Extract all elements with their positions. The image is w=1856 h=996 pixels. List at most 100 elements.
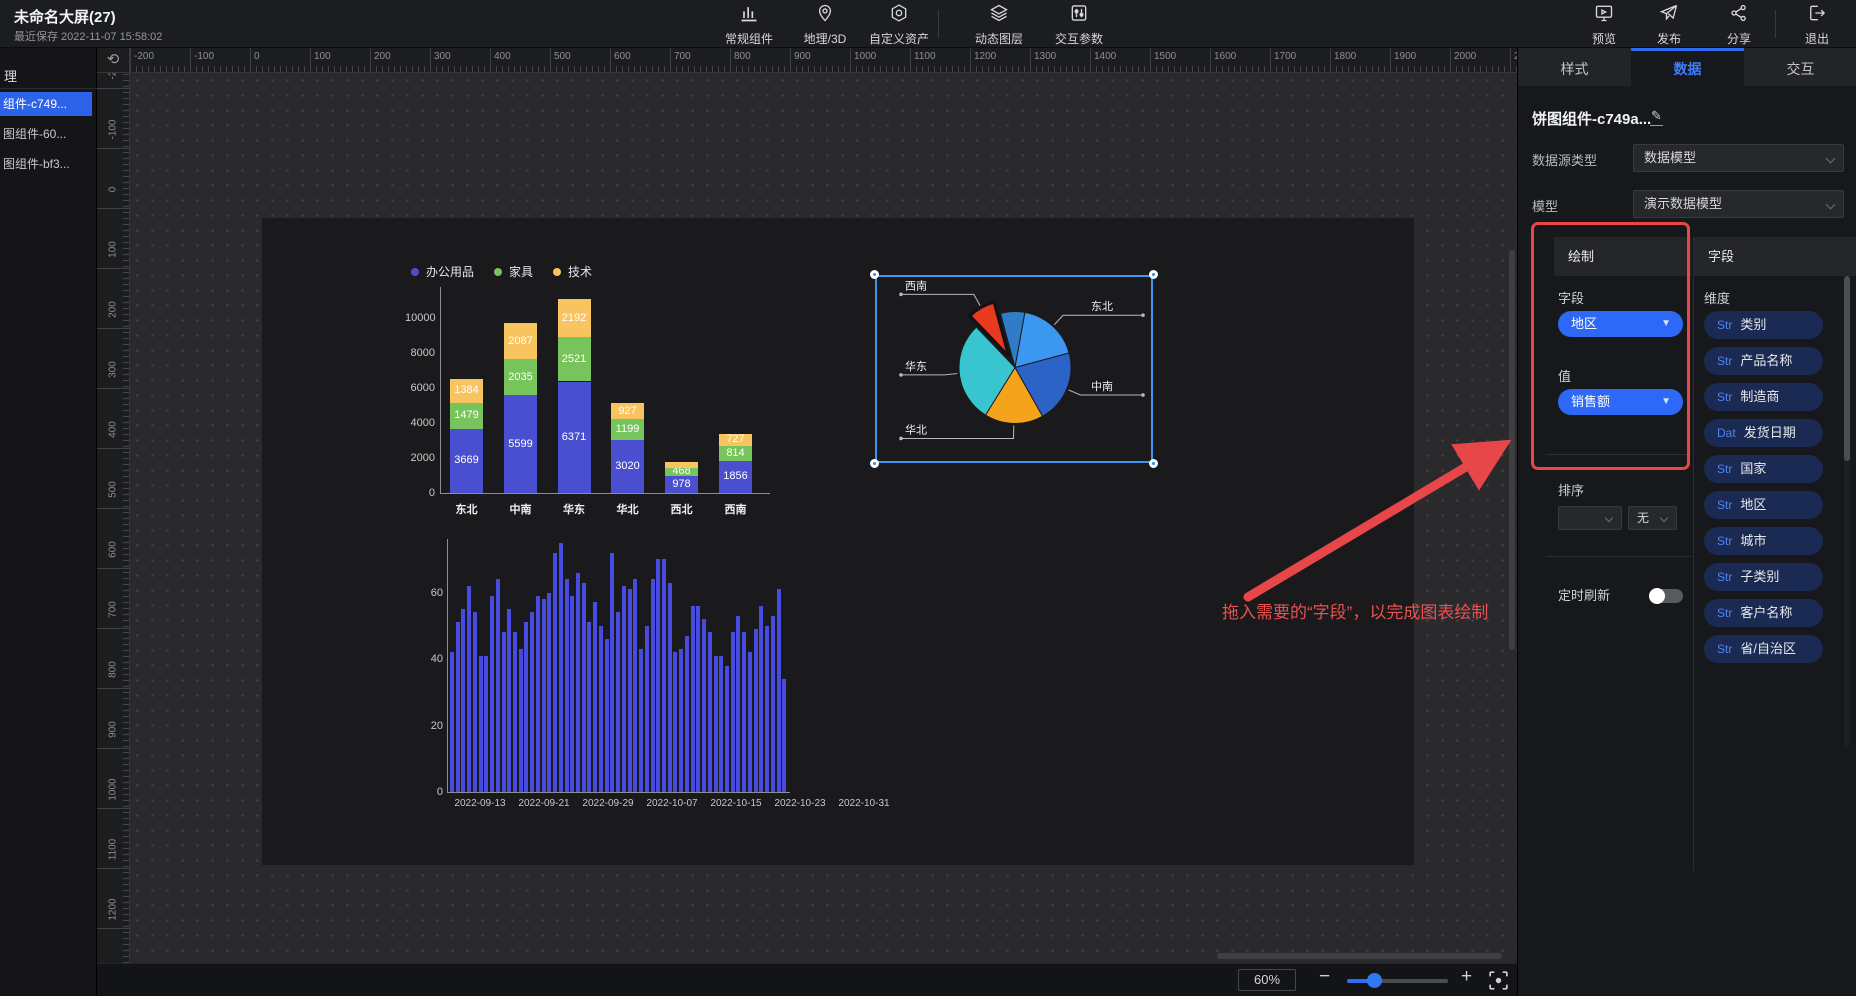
action-publish[interactable]: 发布 <box>1630 3 1708 47</box>
chevron-down-icon <box>1605 514 1613 522</box>
toolbar-divider <box>1775 10 1776 38</box>
ruler-label: 1300 <box>1034 51 1056 62</box>
tool-dynamic-layers[interactable]: 动态图层 <box>960 3 1038 47</box>
model-select[interactable]: 演示数据模型 <box>1633 190 1844 218</box>
fit-to-screen-icon[interactable] <box>1486 968 1511 993</box>
value-dropdown[interactable]: 销售额 ▼ <box>1558 389 1683 415</box>
zoom-in-icon[interactable]: + <box>1461 966 1472 988</box>
fields-scrollbar-thumb[interactable] <box>1844 276 1850 461</box>
canvas-vertical-scrollbar[interactable] <box>1509 250 1515 650</box>
pie-label-dot <box>899 293 903 297</box>
bar-segment: 6371 <box>558 382 591 493</box>
sort-field-select[interactable] <box>1558 506 1622 530</box>
field-pill-产品名称[interactable]: Str产品名称 <box>1704 347 1823 375</box>
ruler-tick <box>97 508 130 509</box>
divider <box>0 88 97 89</box>
field-pill-国家[interactable]: Str国家 <box>1704 455 1823 483</box>
timed-refresh-toggle[interactable] <box>1649 589 1683 603</box>
caret-down-icon: ▼ <box>1661 311 1671 337</box>
histogram-bar <box>759 606 763 792</box>
ruler-label: 1200 <box>108 897 119 923</box>
action-preview-label: 预览 <box>1592 30 1616 47</box>
field-pill-客户名称[interactable]: Str客户名称 <box>1704 599 1823 627</box>
action-exit[interactable]: 退出 <box>1778 3 1856 47</box>
field-type-badge: Str <box>1717 354 1732 368</box>
x-axis-line <box>447 792 790 793</box>
resize-handle-bottom-left[interactable] <box>870 459 879 468</box>
hexagon-icon <box>889 3 909 28</box>
x-axis-line <box>440 493 770 494</box>
histogram-bar <box>570 596 574 792</box>
ruler-label: 1500 <box>1154 51 1176 62</box>
tool-geo-3d[interactable]: 地理/3D <box>786 3 864 47</box>
tool-regular-components-label: 常规组件 <box>725 30 773 47</box>
field-pill-城市[interactable]: Str城市 <box>1704 527 1823 555</box>
ruler-label: -100 <box>194 51 214 62</box>
editor-canvas[interactable] <box>130 73 1520 963</box>
action-share[interactable]: 分享 <box>1700 3 1778 47</box>
zoom-slider[interactable] <box>1347 979 1448 983</box>
histogram-bar <box>691 606 695 792</box>
field-pill-制造商[interactable]: Str制造商 <box>1704 383 1823 411</box>
histogram-bar <box>645 626 649 792</box>
action-exit-label: 退出 <box>1805 30 1829 47</box>
layers-icon <box>989 3 1009 28</box>
histogram-chart-component[interactable]: 02040602022-09-132022-09-212022-09-29202… <box>425 535 915 813</box>
zoom-out-icon[interactable]: − <box>1319 966 1330 988</box>
ruler-label: 900 <box>794 51 811 62</box>
tool-interactive-params[interactable]: 交互参数 <box>1040 3 1118 47</box>
zoom-percent-input[interactable]: 60% <box>1238 969 1296 991</box>
canvas-horizontal-scrollbar[interactable] <box>1217 953 1502 959</box>
pie-chart-component-selected[interactable]: 东北中南华北华东西南 <box>875 275 1153 463</box>
field-pill-发货日期[interactable]: Dat发货日期 <box>1704 419 1823 447</box>
layer-item[interactable]: 图组件-60... <box>0 122 92 146</box>
tool-regular-components[interactable]: 常规组件 <box>710 3 788 47</box>
bar-segment: 2521 <box>558 337 591 381</box>
histogram-bar <box>519 649 523 792</box>
draw-section-header[interactable]: 绘制 <box>1554 237 1691 276</box>
pie-slice-label: 华东 <box>905 359 927 373</box>
bar-value-label: 2521 <box>558 353 591 365</box>
layer-item[interactable]: 图组件-bf3... <box>0 152 92 176</box>
histogram-bar <box>662 559 666 792</box>
tab-interaction[interactable]: 交互 <box>1744 48 1856 86</box>
field-dropdown[interactable]: 地区 ▼ <box>1558 311 1683 337</box>
layer-item[interactable]: 组件-c749... <box>0 92 92 116</box>
ruler-tick <box>430 48 431 73</box>
zoom-slider-knob[interactable] <box>1367 973 1382 988</box>
resize-handle-top-right[interactable] <box>1149 270 1158 279</box>
ruler-label: 1600 <box>1214 51 1236 62</box>
tab-data[interactable]: 数据 <box>1631 48 1744 86</box>
ruler-label: -200 <box>108 73 119 83</box>
stacked-bar-chart-component[interactable]: 办公用品家具技术02000400060008000100003669147913… <box>405 253 777 525</box>
layers-panel-title: 理 <box>4 66 17 85</box>
chevron-down-icon <box>1660 514 1668 522</box>
reset-view-icon[interactable]: ⟲ <box>97 48 130 73</box>
ruler-label: 1100 <box>108 837 119 863</box>
field-pill-省/自治区[interactable]: Str省/自治区 <box>1704 635 1823 663</box>
field-pill-类别[interactable]: Str类别 <box>1704 311 1823 339</box>
resize-handle-bottom-right[interactable] <box>1149 459 1158 468</box>
screen-title: 未命名大屏(27) <box>14 6 116 27</box>
field-pill-地区[interactable]: Str地区 <box>1704 491 1823 519</box>
datasource-type-select[interactable]: 数据模型 <box>1633 144 1844 172</box>
ruler-tick <box>490 48 491 73</box>
bar-value-label: 927 <box>611 405 644 417</box>
bottom-zoom-bar: 60% − + <box>97 963 1517 996</box>
ruler-tick <box>1390 48 1391 73</box>
ruler-tick <box>370 48 371 73</box>
field-name: 类别 <box>1740 317 1766 332</box>
field-pill-子类别[interactable]: Str子类别 <box>1704 563 1823 591</box>
field-name: 子类别 <box>1740 569 1779 584</box>
tab-style[interactable]: 样式 <box>1518 48 1631 86</box>
histogram-bar <box>708 632 712 792</box>
sort-order-select[interactable]: 无 <box>1628 506 1677 530</box>
resize-handle-top-left[interactable] <box>870 270 879 279</box>
edit-name-icon[interactable]: ✎ <box>1650 108 1663 126</box>
tool-custom-assets[interactable]: 自定义资产 <box>860 3 938 47</box>
x-date-label: 2022-09-13 <box>448 798 512 809</box>
y-tick-label: 60 <box>413 587 443 599</box>
histogram-bar <box>473 612 477 792</box>
ruler-label: -100 <box>108 117 119 143</box>
chart-legend: 办公用品家具技术 <box>411 263 592 280</box>
